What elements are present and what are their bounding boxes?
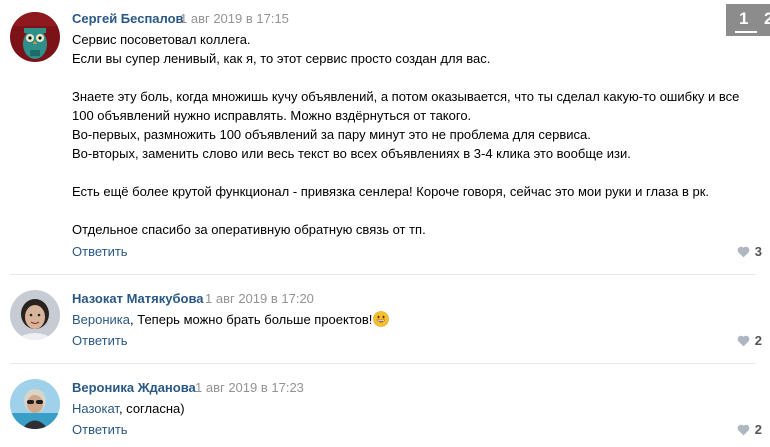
like-button[interactable]: 3 xyxy=(737,244,762,259)
reply-button[interactable]: Ответить xyxy=(72,333,128,348)
pager-current: 1 xyxy=(739,9,749,28)
text-line: Во-первых, размножить 100 объявлений за … xyxy=(72,127,591,142)
comment-date[interactable]: 1 авг 2019 в 17:15 xyxy=(180,11,289,26)
grinning-face-emoji xyxy=(373,311,390,332)
author-name[interactable]: Назокат Матякубова xyxy=(72,291,204,306)
like-count: 2 xyxy=(754,422,762,437)
reply-button[interactable]: Ответить xyxy=(72,244,128,259)
text-line: Отдельное спасибо за оперативную обратну… xyxy=(72,222,426,237)
mention-link[interactable]: Назокат xyxy=(72,401,119,416)
pager-next: 2 xyxy=(764,9,770,28)
avatar-sergey[interactable] xyxy=(10,12,60,62)
author-name[interactable]: Сергей Беспалов xyxy=(72,11,184,26)
avatar-veronika[interactable] xyxy=(10,379,60,429)
heart-icon xyxy=(737,424,750,435)
comment-body: , согласна) xyxy=(118,401,185,416)
owl-avatar-icon xyxy=(10,12,60,62)
text-line: Если вы супер ленивый, как я, то этот се… xyxy=(72,51,491,66)
comment-date[interactable]: 1 авг 2019 в 17:23 xyxy=(195,380,304,395)
author-name[interactable]: Вероника Жданова xyxy=(72,380,196,395)
text-line: Во-вторых, заменить слово или весь текст… xyxy=(72,146,631,161)
text-line: Есть ещё более крутой функционал - привя… xyxy=(72,184,710,199)
pager-underline xyxy=(735,31,757,33)
woman-avatar-icon xyxy=(10,290,60,340)
like-count: 3 xyxy=(754,244,762,259)
woman-sunglasses-avatar-icon xyxy=(10,379,60,429)
comment-1: Сергей Беспалов 1 авг 2019 в 17:15 Серви… xyxy=(0,0,770,270)
comment-2: Назокат Матякубова 1 авг 2019 в 17:20 Ве… xyxy=(0,275,770,363)
avatar-nazokat[interactable] xyxy=(10,290,60,340)
comment-text: Назокат, согласна) xyxy=(72,399,185,418)
reply-button[interactable]: Ответить xyxy=(72,422,128,437)
text-line: Знаете эту боль, когда множишь кучу объя… xyxy=(72,89,740,104)
comment-body: , Теперь можно брать больше проектов! xyxy=(130,312,373,327)
like-button[interactable]: 2 xyxy=(737,333,762,348)
comment-3: Вероника Жданова 1 авг 2019 в 17:23 Назо… xyxy=(0,364,770,447)
comment-text: Вероника, Теперь можно брать больше прое… xyxy=(72,310,390,332)
like-count: 2 xyxy=(754,333,762,348)
text-line: 100 объявлений нужно исправлять. Можно в… xyxy=(72,108,472,123)
like-button[interactable]: 2 xyxy=(737,422,762,437)
pager-button[interactable]: 1 2 xyxy=(726,4,770,36)
mention-link[interactable]: Вероника xyxy=(72,312,130,327)
comment-date[interactable]: 1 авг 2019 в 17:20 xyxy=(205,291,314,306)
heart-icon xyxy=(737,246,750,257)
heart-icon xyxy=(737,335,750,346)
text-line: Сервис посоветовал коллега. xyxy=(72,32,251,47)
